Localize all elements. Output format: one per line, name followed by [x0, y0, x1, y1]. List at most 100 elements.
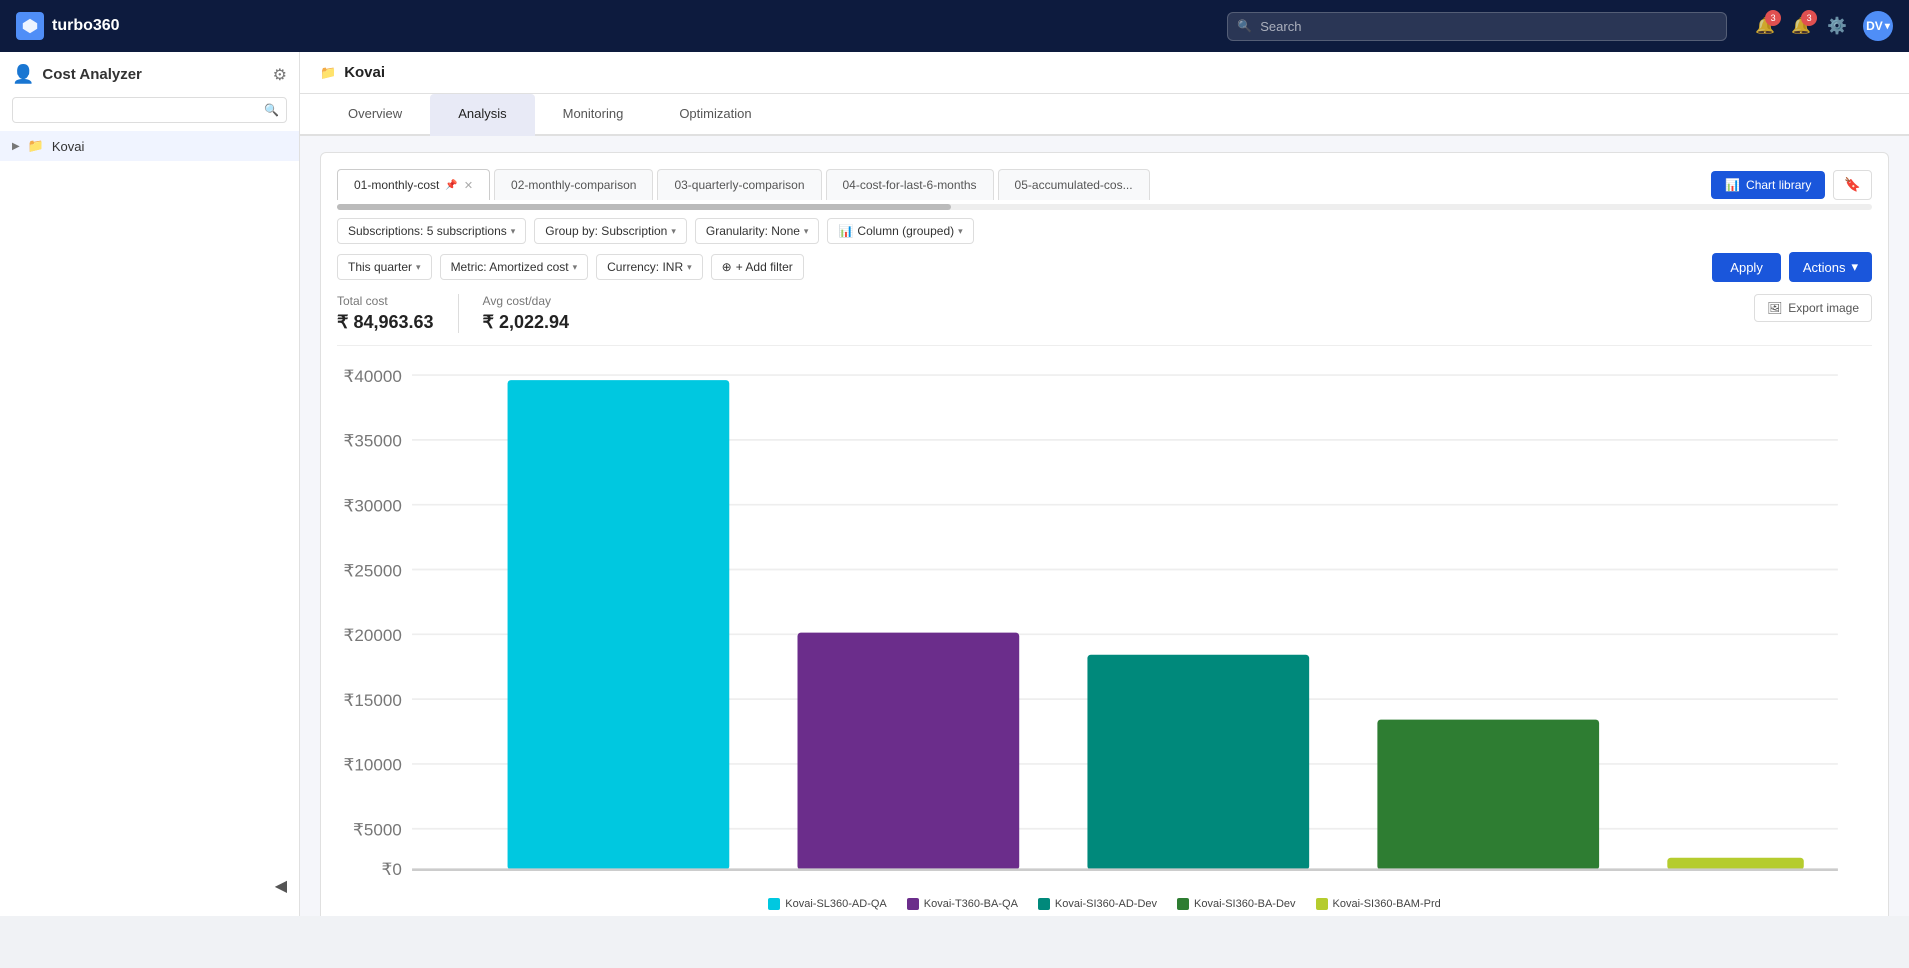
chart-legend: Kovai-SL360-AD-QA Kovai-T360-BA-QA Kovai…: [337, 898, 1872, 910]
sidebar-settings-button[interactable]: ⚙: [273, 65, 287, 85]
close-tab-button[interactable]: ✕: [464, 179, 473, 192]
legend-label-4: Kovai-SI360-BAM-Prd: [1333, 898, 1441, 910]
alerts-button[interactable]: 🔔 3: [1791, 16, 1811, 36]
legend-label-1: Kovai-T360-BA-QA: [924, 898, 1018, 910]
bookmark-icon: 🔖: [1844, 177, 1861, 192]
tab-scrollbar[interactable]: [337, 204, 1872, 210]
currency-filter[interactable]: Currency: INR ▾: [596, 254, 703, 280]
tab-analysis[interactable]: Analysis: [430, 94, 534, 136]
subscriptions-filter[interactable]: Subscriptions: 5 subscriptions ▾: [337, 218, 526, 244]
apply-button[interactable]: Apply: [1712, 253, 1781, 282]
sidebar-item-label: Kovai: [52, 139, 85, 154]
main-header: 📁 Kovai: [300, 52, 1909, 94]
legend-color-0: [768, 898, 780, 910]
filters-row-1: Subscriptions: 5 subscriptions ▾ Group b…: [337, 218, 1872, 244]
chart-tab-label: 03-quarterly-comparison: [674, 178, 804, 192]
export-image-button[interactable]: 🖼 Export image: [1754, 294, 1872, 322]
settings-button[interactable]: ⚙️: [1827, 16, 1847, 36]
bookmark-button[interactable]: 🔖: [1833, 170, 1872, 200]
chart-type-icon: 📊: [838, 224, 853, 238]
chart-area: ₹40000 ₹35000 ₹30000 ₹25000 ₹20000 ₹1500…: [337, 358, 1872, 890]
granularity-filter[interactable]: Granularity: None ▾: [695, 218, 820, 244]
filters-row-2: This quarter ▾ Metric: Amortized cost ▾ …: [337, 254, 804, 280]
legend-label-0: Kovai-SL360-AD-QA: [785, 898, 887, 910]
svg-text:₹10000: ₹10000: [344, 756, 402, 775]
avg-cost-value: ₹ 2,022.94: [483, 312, 570, 333]
legend-color-4: [1316, 898, 1328, 910]
legend-label-2: Kovai-SI360-AD-Dev: [1055, 898, 1157, 910]
sidebar-search-input[interactable]: [12, 97, 287, 123]
notifications-button[interactable]: 🔔 3: [1755, 16, 1775, 36]
avg-cost-label: Avg cost/day: [483, 294, 570, 308]
group-by-filter[interactable]: Group by: Subscription ▾: [534, 218, 687, 244]
user-initials: DV: [1866, 19, 1883, 33]
avg-cost-stat: Avg cost/day ₹ 2,022.94: [458, 294, 594, 333]
chart-panel: 01-monthly-cost 📌 ✕ 02-monthly-compariso…: [320, 152, 1889, 916]
chart-tab-04[interactable]: 04-cost-for-last-6-months: [826, 169, 994, 200]
add-filter-button[interactable]: ⊕ + Add filter: [711, 254, 804, 280]
tab-monitoring[interactable]: Monitoring: [535, 94, 652, 136]
svg-text:₹0: ₹0: [381, 860, 401, 879]
svg-text:₹25000: ₹25000: [344, 561, 402, 580]
user-avatar[interactable]: DV ▾: [1863, 11, 1893, 41]
chevron-down-icon: ▾: [687, 262, 692, 273]
sidebar-collapse-button[interactable]: ◀: [0, 868, 299, 904]
chevron-down-icon: ▾: [1885, 21, 1890, 32]
breadcrumb: Kovai: [344, 64, 385, 81]
chart-tab-label: 01-monthly-cost: [354, 178, 439, 192]
folder-icon: 📁: [28, 138, 44, 154]
date-range-filter[interactable]: This quarter ▾: [337, 254, 432, 280]
search-icon: 🔍: [1237, 19, 1252, 33]
legend-item-0: Kovai-SL360-AD-QA: [768, 898, 887, 910]
cost-analyzer-icon: 👤: [12, 64, 34, 85]
metric-filter[interactable]: Metric: Amortized cost ▾: [440, 254, 589, 280]
search-input[interactable]: [1227, 12, 1727, 41]
chart-tab-05[interactable]: 05-accumulated-cos...: [998, 169, 1150, 200]
filter-icon: ⊕: [722, 260, 732, 274]
content-area: 01-monthly-cost 📌 ✕ 02-monthly-compariso…: [300, 136, 1909, 916]
total-cost-value: ₹ 84,963.63: [337, 312, 434, 333]
sidebar-item-kovai[interactable]: ▶ 📁 Kovai: [0, 131, 299, 161]
chevron-down-icon: ▾: [416, 262, 421, 273]
chart-tab-02[interactable]: 02-monthly-comparison: [494, 169, 653, 200]
legend-color-2: [1038, 898, 1050, 910]
sidebar: 👤 Cost Analyzer ⚙ 🔍 ▶ 📁 Kovai ◀: [0, 52, 300, 916]
main-tabs: Overview Analysis Monitoring Optimizatio…: [300, 94, 1909, 136]
breadcrumb-folder-icon: 📁: [320, 65, 336, 81]
logo-icon: [16, 12, 44, 40]
tab-optimization[interactable]: Optimization: [651, 94, 779, 136]
svg-text:₹30000: ₹30000: [344, 496, 402, 515]
legend-item-1: Kovai-T360-BA-QA: [907, 898, 1018, 910]
chart-type-filter[interactable]: 📊 Column (grouped) ▾: [827, 218, 973, 244]
sidebar-title: 👤 Cost Analyzer: [12, 64, 142, 85]
chevron-down-icon: ▾: [511, 226, 516, 237]
app-logo[interactable]: turbo360: [16, 12, 120, 40]
sidebar-search-icon: 🔍: [264, 103, 279, 117]
navbar: turbo360 🔍 🔔 3 🔔 3 ⚙️ DV ▾: [0, 0, 1909, 52]
notifications-badge: 3: [1765, 10, 1781, 26]
chart-tab-03[interactable]: 03-quarterly-comparison: [657, 169, 821, 200]
search-bar: 🔍: [1227, 12, 1727, 41]
svg-text:₹40000: ₹40000: [344, 367, 402, 386]
sidebar-title-text: Cost Analyzer: [42, 66, 141, 83]
chevron-down-icon: ▾: [573, 262, 578, 273]
legend-color-3: [1177, 898, 1189, 910]
chart-library-button[interactable]: 📊 Chart library: [1711, 171, 1825, 199]
actions-button[interactable]: Actions ▾: [1789, 252, 1872, 282]
gear-icon: ⚙️: [1827, 18, 1847, 35]
tab-overview[interactable]: Overview: [320, 94, 430, 136]
pin-icon: 📌: [445, 180, 457, 191]
sidebar-search: 🔍: [12, 97, 287, 123]
chart-icon: 📊: [1725, 178, 1740, 192]
main-content: 📁 Kovai Overview Analysis Monitoring Opt…: [300, 52, 1909, 916]
chevron-right-icon: ▶: [12, 141, 20, 152]
scroll-thumb: [337, 204, 951, 210]
navbar-icons: 🔔 3 🔔 3 ⚙️ DV ▾: [1755, 11, 1893, 41]
svg-text:₹5000: ₹5000: [353, 821, 402, 840]
alerts-badge: 3: [1801, 10, 1817, 26]
legend-item-4: Kovai-SI360-BAM-Prd: [1316, 898, 1441, 910]
chart-tab-label: 04-cost-for-last-6-months: [843, 178, 977, 192]
layout: 👤 Cost Analyzer ⚙ 🔍 ▶ 📁 Kovai ◀ 📁 Kovai: [0, 52, 1909, 916]
chart-tab-01[interactable]: 01-monthly-cost 📌 ✕: [337, 169, 490, 200]
chevron-down-icon: ▾: [671, 226, 676, 237]
